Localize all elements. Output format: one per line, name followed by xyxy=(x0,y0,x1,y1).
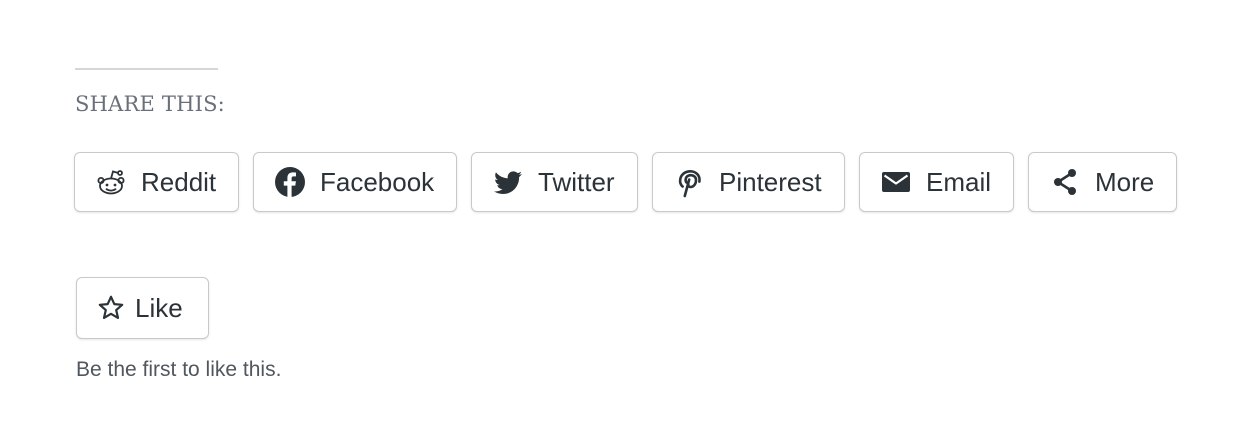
section-divider xyxy=(75,68,218,70)
facebook-icon xyxy=(274,166,306,198)
reddit-icon xyxy=(95,166,127,198)
share-twitter-button[interactable]: Twitter xyxy=(471,152,638,212)
share-twitter-label: Twitter xyxy=(538,167,615,197)
email-icon xyxy=(880,166,912,198)
share-email-label: Email xyxy=(926,167,992,197)
twitter-icon xyxy=(492,166,524,198)
share-more-label: More xyxy=(1095,167,1155,197)
share-icon xyxy=(1049,166,1081,198)
share-facebook-label: Facebook xyxy=(320,167,435,197)
share-heading: SHARE THIS: xyxy=(75,92,225,116)
pinterest-icon xyxy=(673,166,705,198)
share-pinterest-button[interactable]: Pinterest xyxy=(652,152,845,212)
share-reddit-label: Reddit xyxy=(141,167,217,197)
like-note: Be the first to like this. xyxy=(76,358,282,381)
star-icon xyxy=(97,294,125,322)
like-label: Like xyxy=(135,293,183,323)
share-facebook-button[interactable]: Facebook xyxy=(253,152,457,212)
share-reddit-button[interactable]: Reddit xyxy=(74,152,239,212)
share-pinterest-label: Pinterest xyxy=(719,167,822,197)
like-button[interactable]: Like xyxy=(76,277,209,339)
share-email-button[interactable]: Email xyxy=(859,152,1014,212)
share-more-button[interactable]: More xyxy=(1028,152,1177,212)
